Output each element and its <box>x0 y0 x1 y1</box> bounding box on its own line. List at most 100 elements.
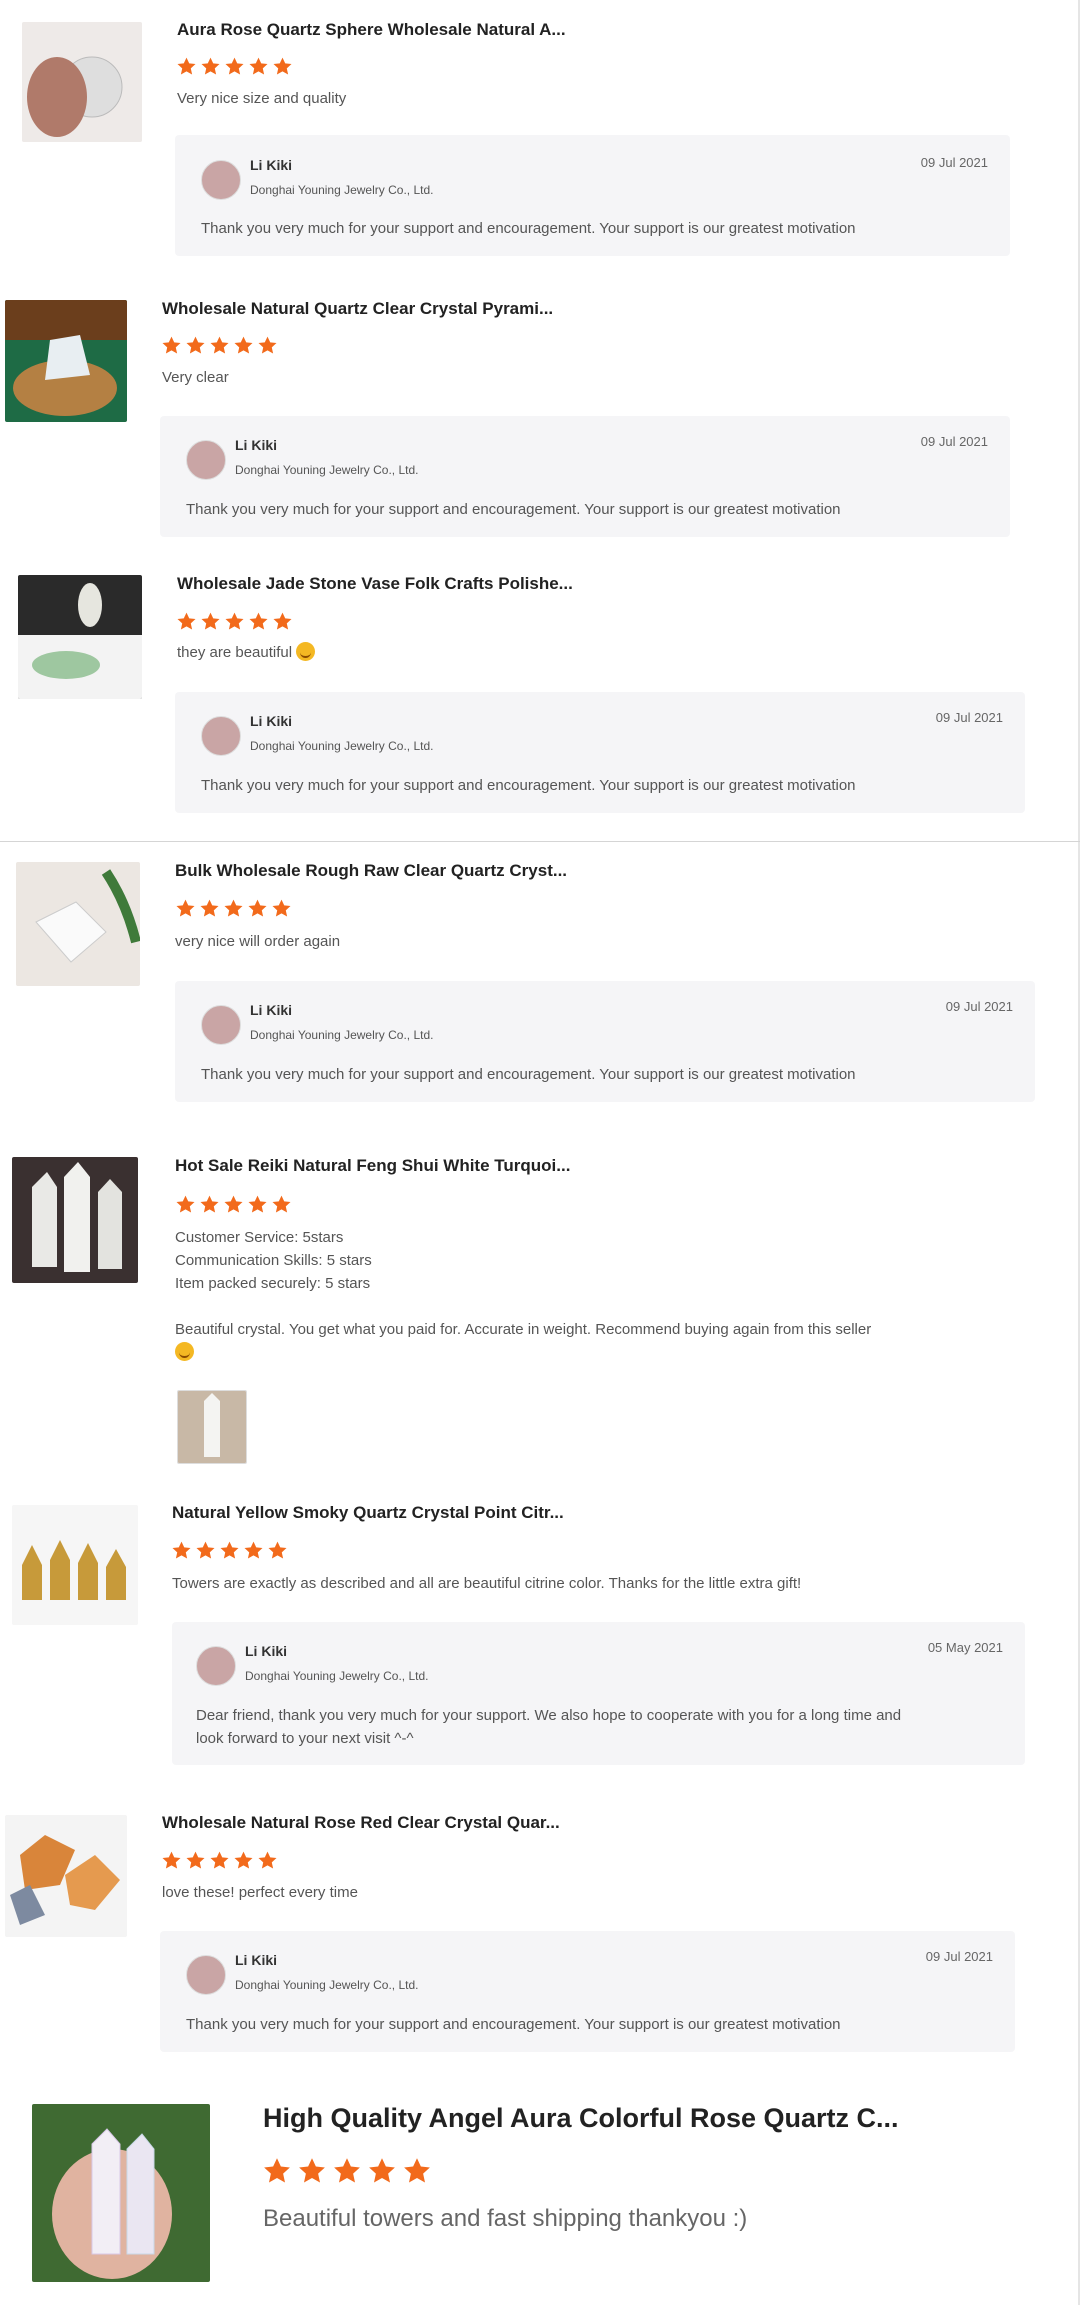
reply-text: Thank you very much for your support and… <box>186 2016 841 2033</box>
replier-company: Donghai Youning Jewelry Co., Ltd. <box>250 1028 434 1042</box>
reply-text: Thank you very much for your support and… <box>201 220 856 237</box>
replier-name: Li Kiki <box>250 1002 293 1018</box>
star-rating <box>161 1850 278 1871</box>
star-icon <box>176 1195 195 1213</box>
seller-reply: Li Kiki Donghai Youning Jewelry Co., Ltd… <box>172 1622 1025 1765</box>
reply-text: Thank you very much for your support and… <box>201 1066 856 1083</box>
review-comment: very nice will order again <box>175 933 341 950</box>
star-icon <box>196 1541 215 1559</box>
star-icon <box>258 1851 277 1869</box>
product-thumbnail[interactable] <box>12 1157 138 1283</box>
replier-name: Li Kiki <box>245 1643 288 1659</box>
star-icon <box>234 1851 253 1869</box>
review-comment: Very nice size and quality <box>177 90 347 107</box>
product-thumbnail[interactable] <box>18 575 142 699</box>
star-icon <box>249 612 268 630</box>
star-icon <box>273 57 292 75</box>
star-icon <box>210 336 229 354</box>
star-icon <box>210 1851 229 1869</box>
product-thumbnail[interactable] <box>32 2104 210 2282</box>
star-icon <box>177 612 196 630</box>
replier-company: Donghai Youning Jewelry Co., Ltd. <box>250 739 434 753</box>
star-rating <box>262 2156 432 2186</box>
product-title[interactable]: Natural Yellow Smoky Quartz Crystal Poin… <box>172 1503 564 1523</box>
reply-text-line: look forward to your next visit ^-^ <box>196 1730 414 1747</box>
product-title[interactable]: Wholesale Natural Rose Red Clear Crystal… <box>162 1813 560 1833</box>
star-icon <box>234 336 253 354</box>
star-icon <box>369 2158 395 2183</box>
reply-date: 09 Jul 2021 <box>945 999 1013 1014</box>
avatar <box>186 1955 226 1995</box>
replier-name: Li Kiki <box>235 1952 278 1968</box>
review-comment-line: Communication Skills: 5 stars <box>175 1252 372 1269</box>
review-comment: Very clear <box>162 369 229 386</box>
star-icon <box>224 899 243 917</box>
product-title[interactable]: High Quality Angel Aura Colorful Rose Qu… <box>263 2103 899 2134</box>
product-title[interactable]: Hot Sale Reiki Natural Feng Shui White T… <box>175 1156 570 1176</box>
star-rating <box>176 56 293 77</box>
review-comment-line: Item packed securely: 5 stars <box>175 1275 371 1292</box>
star-icon <box>273 612 292 630</box>
star-icon <box>201 57 220 75</box>
avatar <box>201 160 241 200</box>
star-icon <box>299 2158 325 2183</box>
reply-text-line: Dear friend, thank you very much for you… <box>196 1707 902 1724</box>
smiling-face-emoji-icon <box>175 1342 194 1361</box>
star-icon <box>224 1195 243 1213</box>
review-comment: Beautiful towers and fast shipping thank… <box>263 2205 748 2232</box>
review-photo[interactable] <box>177 1390 247 1464</box>
avatar <box>186 440 226 480</box>
replier-company: Donghai Youning Jewelry Co., Ltd. <box>250 183 434 197</box>
avatar <box>201 1005 241 1045</box>
replier-name: Li Kiki <box>250 157 293 173</box>
star-icon <box>200 899 219 917</box>
product-thumbnail[interactable] <box>5 300 127 422</box>
star-icon <box>186 336 205 354</box>
reply-date: 09 Jul 2021 <box>925 1949 993 1964</box>
replier-name: Li Kiki <box>235 437 278 453</box>
star-icon <box>172 1541 191 1559</box>
star-icon <box>162 336 181 354</box>
star-icon <box>162 1851 181 1869</box>
star-icon <box>249 57 268 75</box>
star-rating <box>171 1540 288 1561</box>
product-title[interactable]: Wholesale Natural Quartz Clear Crystal P… <box>162 299 553 319</box>
reply-date: 05 May 2021 <box>927 1640 1003 1655</box>
avatar <box>196 1646 236 1686</box>
seller-reply: Li Kiki Donghai Youning Jewelry Co., Ltd… <box>175 692 1025 813</box>
review-comment-emoji <box>171 1341 194 1364</box>
product-thumbnail[interactable] <box>12 1505 138 1625</box>
product-title[interactable]: Aura Rose Quartz Sphere Wholesale Natura… <box>177 20 566 40</box>
star-icon <box>201 612 220 630</box>
star-rating <box>176 611 293 632</box>
replier-company: Donghai Youning Jewelry Co., Ltd. <box>235 1978 419 1992</box>
star-rating <box>175 898 292 919</box>
review-comment: love these! perfect every time <box>162 1884 358 1901</box>
star-icon <box>268 1541 287 1559</box>
section-divider <box>0 841 1080 842</box>
star-rating <box>161 335 278 356</box>
avatar <box>201 716 241 756</box>
product-title[interactable]: Bulk Wholesale Rough Raw Clear Quartz Cr… <box>175 861 567 881</box>
comment-text: they are beautiful <box>177 644 293 661</box>
reply-text: Thank you very much for your support and… <box>201 777 856 794</box>
product-thumbnail[interactable] <box>5 1815 127 1937</box>
star-icon <box>186 1851 205 1869</box>
product-title[interactable]: Wholesale Jade Stone Vase Folk Crafts Po… <box>177 574 573 594</box>
seller-reply: Li Kiki Donghai Youning Jewelry Co., Ltd… <box>160 1931 1015 2052</box>
replier-company: Donghai Youning Jewelry Co., Ltd. <box>235 463 419 477</box>
product-thumbnail[interactable] <box>16 862 140 986</box>
star-icon <box>176 899 195 917</box>
product-thumbnail[interactable] <box>22 22 142 142</box>
star-icon <box>177 57 196 75</box>
replier-name: Li Kiki <box>250 713 293 729</box>
smiling-face-emoji-icon <box>296 642 316 661</box>
review-comment: Beautiful crystal. You get what you paid… <box>175 1321 872 1338</box>
seller-reply: Li Kiki Donghai Youning Jewelry Co., Ltd… <box>175 135 1010 256</box>
star-icon <box>258 336 277 354</box>
star-icon <box>248 899 267 917</box>
star-icon <box>248 1195 267 1213</box>
star-icon <box>220 1541 239 1559</box>
star-icon <box>272 899 291 917</box>
review-comment-line: Customer Service: 5stars <box>175 1229 344 1246</box>
